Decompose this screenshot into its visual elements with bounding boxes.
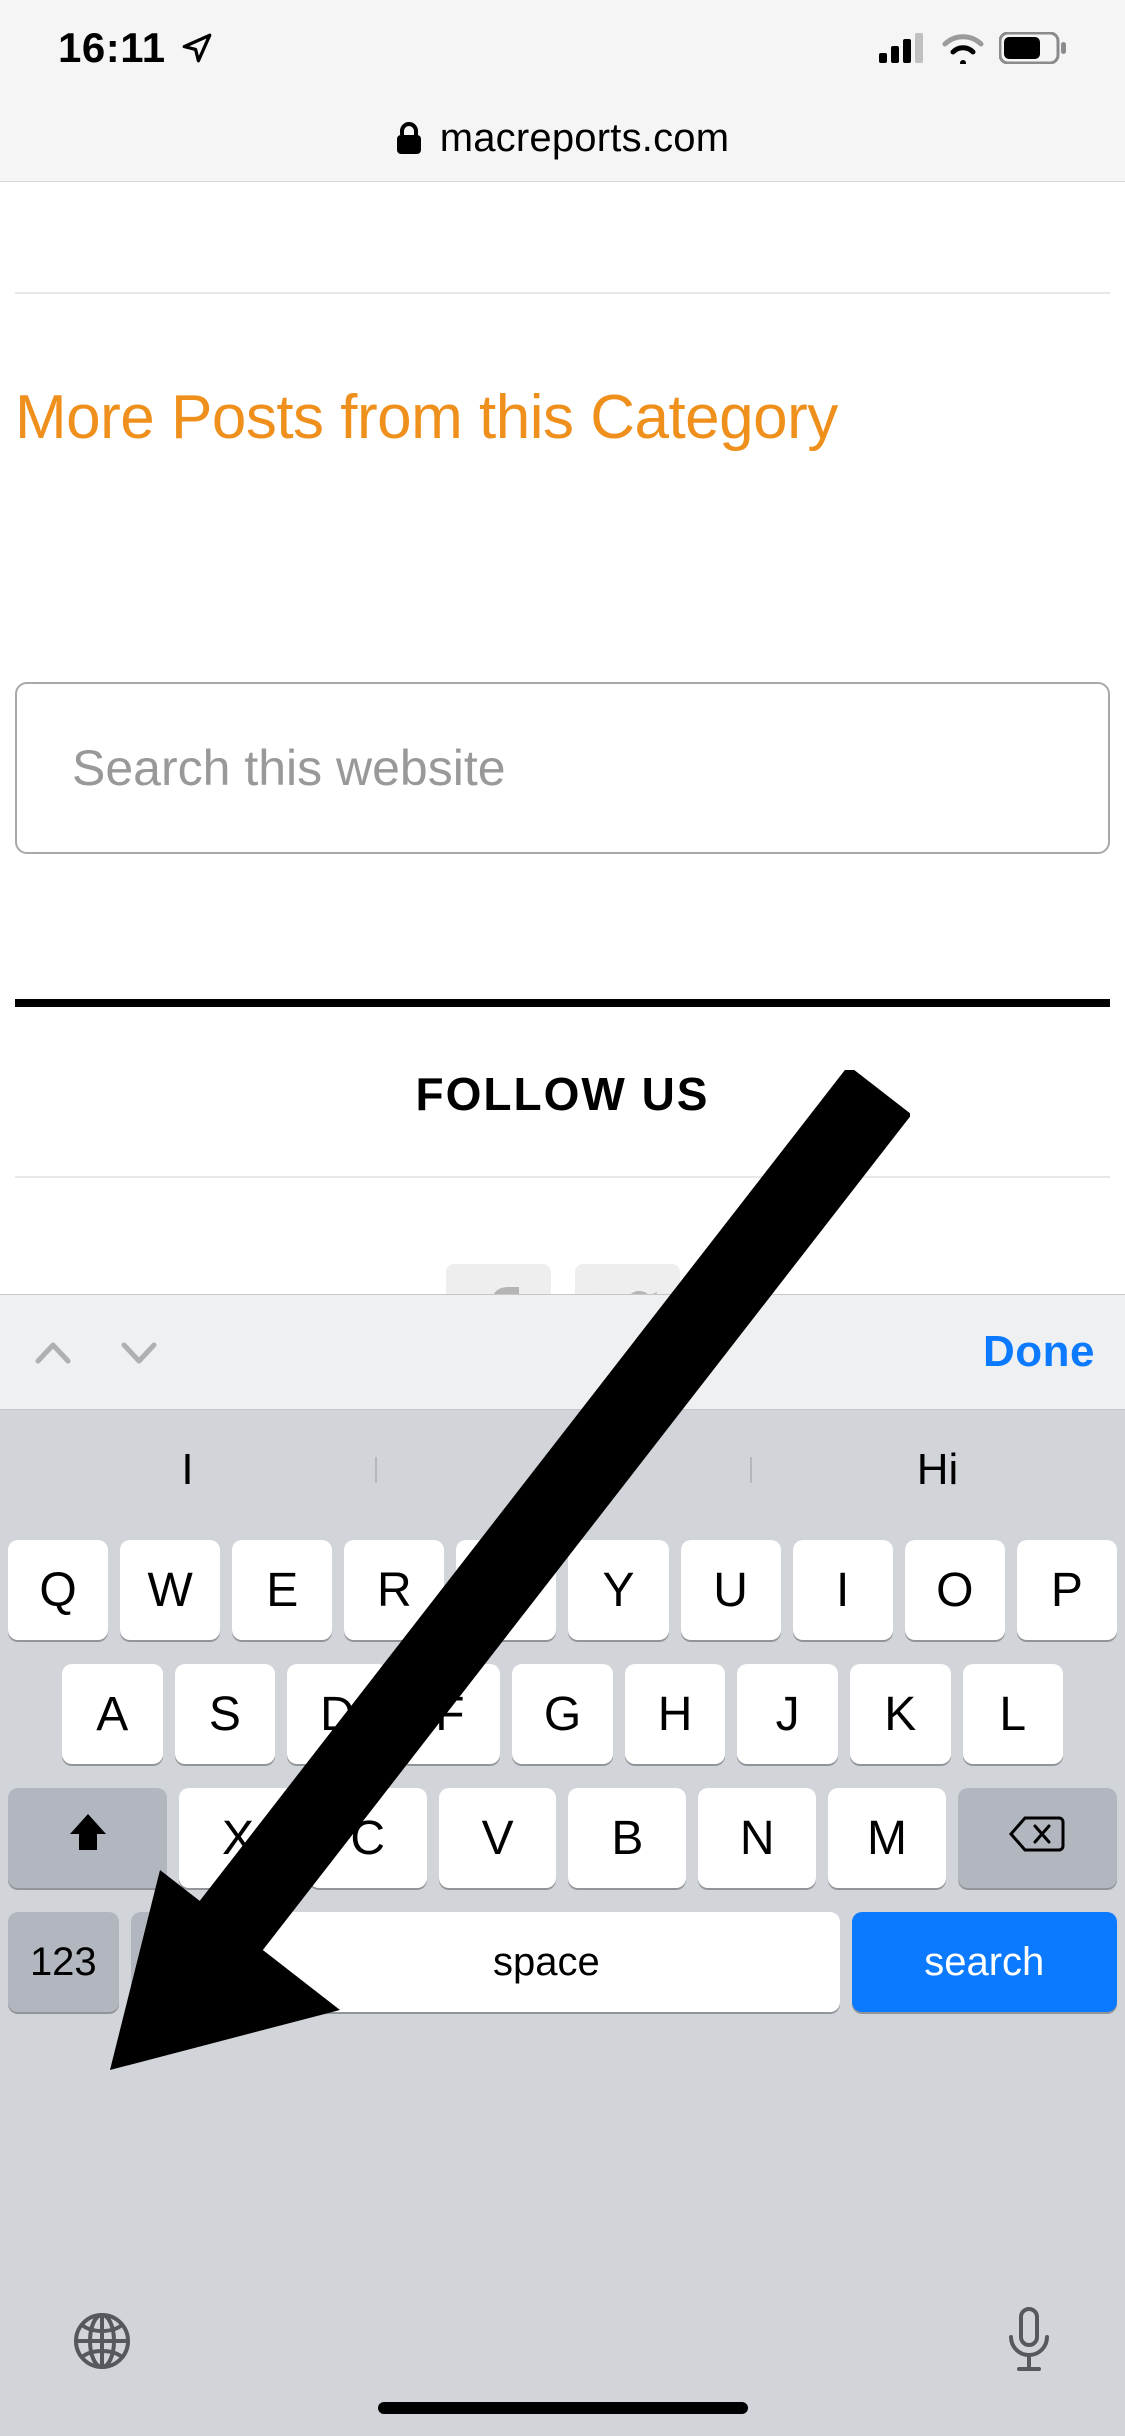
- key-r[interactable]: R: [344, 1540, 444, 1640]
- prev-field-button[interactable]: [30, 1329, 76, 1375]
- emoji-icon: [162, 1932, 210, 1992]
- key-f[interactable]: F: [400, 1664, 501, 1764]
- key-v[interactable]: V: [439, 1788, 557, 1888]
- suggestion-3[interactable]: Hi: [750, 1445, 1125, 1495]
- follow-us-heading: FOLLOW US: [0, 1067, 1125, 1121]
- key-p[interactable]: P: [1017, 1540, 1117, 1640]
- key-s[interactable]: S: [175, 1664, 276, 1764]
- battery-icon: [999, 32, 1067, 64]
- status-bar: 16:11: [0, 0, 1125, 95]
- backspace-icon: [1009, 1811, 1065, 1866]
- globe-key[interactable]: [70, 2309, 134, 2373]
- key-x[interactable]: X: [179, 1788, 297, 1888]
- key-e[interactable]: E: [232, 1540, 332, 1640]
- key-i[interactable]: I: [793, 1540, 893, 1640]
- key-h[interactable]: H: [625, 1664, 726, 1764]
- url-bar[interactable]: macreports.com: [0, 95, 1125, 181]
- lock-icon: [396, 121, 422, 155]
- url-text: macreports.com: [440, 116, 730, 161]
- location-icon: [180, 31, 214, 65]
- suggestion-bar: I ey Hi: [0, 1410, 1125, 1530]
- keyboard: I ey Hi Q W E R T Y U I O P A S D F: [0, 1410, 1125, 2436]
- numeric-key[interactable]: 123: [8, 1912, 119, 2012]
- key-m[interactable]: M: [828, 1788, 946, 1888]
- shift-icon: [66, 1810, 110, 1866]
- suggestion-2[interactable]: ey: [375, 1445, 750, 1495]
- key-k[interactable]: K: [850, 1664, 951, 1764]
- key-j[interactable]: J: [737, 1664, 838, 1764]
- dictation-key[interactable]: [1003, 2305, 1055, 2377]
- keyboard-accessory-bar: Done: [0, 1294, 1125, 1410]
- suggestion-1[interactable]: I: [0, 1445, 375, 1495]
- key-c[interactable]: C: [309, 1788, 427, 1888]
- wifi-icon: [941, 32, 985, 64]
- key-a[interactable]: A: [62, 1664, 163, 1764]
- key-o[interactable]: O: [905, 1540, 1005, 1640]
- key-d[interactable]: D: [287, 1664, 388, 1764]
- cell-signal-icon: [879, 33, 927, 63]
- search-key[interactable]: search: [852, 1912, 1117, 2012]
- key-n[interactable]: N: [698, 1788, 816, 1888]
- key-t[interactable]: T: [456, 1540, 556, 1640]
- key-b[interactable]: B: [568, 1788, 686, 1888]
- key-w[interactable]: W: [120, 1540, 220, 1640]
- key-g[interactable]: G: [512, 1664, 613, 1764]
- key-u[interactable]: U: [681, 1540, 781, 1640]
- next-field-button[interactable]: [116, 1329, 162, 1375]
- emoji-key[interactable]: [131, 1912, 242, 2012]
- keyboard-done-button[interactable]: Done: [983, 1327, 1095, 1377]
- key-l[interactable]: L: [963, 1664, 1064, 1764]
- search-input[interactable]: [15, 682, 1110, 854]
- key-q[interactable]: Q: [8, 1540, 108, 1640]
- space-key[interactable]: space: [253, 1912, 839, 2012]
- status-time: 16:11: [58, 24, 166, 72]
- key-y[interactable]: Y: [568, 1540, 668, 1640]
- thick-divider: [15, 999, 1110, 1007]
- browser-chrome: 16:11 macreports.com: [0, 0, 1125, 182]
- shift-key[interactable]: [8, 1788, 167, 1888]
- backspace-key[interactable]: [958, 1788, 1117, 1888]
- category-link[interactable]: More Posts from this Category: [0, 294, 1125, 452]
- page-content: More Posts from this Category FOLLOW US: [0, 182, 1125, 1369]
- divider: [15, 1176, 1110, 1178]
- home-indicator[interactable]: [378, 2402, 748, 2414]
